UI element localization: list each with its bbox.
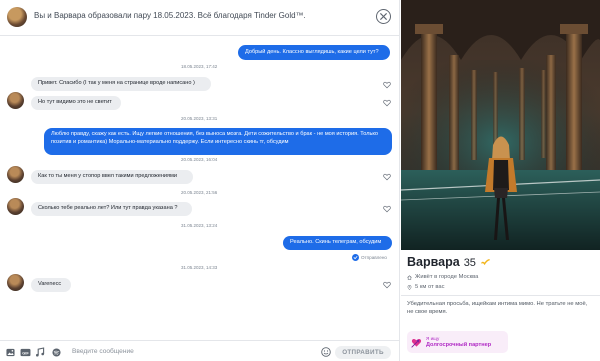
- like-message-button[interactable]: [383, 81, 391, 89]
- heart-icon: [383, 281, 391, 289]
- message-timestamp: 20.05.2023, 16:04: [181, 157, 218, 162]
- message-timestamp: 18.05.2023, 17:42: [181, 64, 218, 69]
- relationship-goal-label: Я ищу: [426, 336, 440, 341]
- message-timestamp: 31.05.2023, 13:24: [181, 223, 218, 228]
- message-timestamp: 20.05.2023, 21:56: [181, 190, 218, 195]
- verified-badge-icon: [481, 258, 490, 265]
- profile-name-row: Варвара 35: [407, 255, 490, 269]
- profile-photo[interactable]: [401, 0, 600, 250]
- heart-arrow-icon: [411, 338, 422, 348]
- home-icon: [407, 274, 412, 280]
- like-message-button[interactable]: [383, 281, 391, 289]
- chat-panel: Вы и Варвара образовали пару 18.05.2023.…: [0, 0, 400, 361]
- profile-bio: Убедительная просьба, ищейкам интима мим…: [407, 301, 588, 315]
- relationship-goal-badge: Я ищу Долгосрочный партнер: [407, 331, 508, 353]
- heart-icon: [383, 205, 391, 213]
- chat-header: Вы и Варвара образовали пару 18.05.2023.…: [0, 0, 400, 36]
- message-timestamp: 31.05.2023, 14:33: [181, 265, 218, 270]
- send-button[interactable]: ОТПРАВИТЬ: [335, 346, 391, 359]
- heart-icon: [383, 99, 391, 107]
- match-banner-text: Вы и Варвара образовали пару 18.05.2023.…: [34, 11, 306, 20]
- like-message-button[interactable]: [383, 173, 391, 181]
- spotify-button[interactable]: [51, 347, 61, 357]
- message-outgoing: Люблю правду, скажу как есть. Ищу легкие…: [44, 128, 392, 155]
- heart-icon: [383, 81, 391, 89]
- profile-divider: [401, 295, 600, 296]
- like-message-button[interactable]: [383, 205, 391, 213]
- profile-city-row: Живёт в городе Москва: [407, 274, 478, 280]
- image-icon: [5, 348, 15, 356]
- message-timestamp: 20.05.2023, 13:31: [181, 116, 218, 121]
- profile-distance-row: 5 км от вас: [407, 284, 444, 290]
- spotify-icon: [51, 347, 61, 357]
- delivery-status-text: Отправлено: [361, 255, 387, 260]
- emoji-button[interactable]: [321, 347, 331, 357]
- music-icon: [35, 347, 44, 357]
- emoji-icon: [321, 347, 331, 357]
- match-avatar[interactable]: [7, 7, 27, 27]
- attach-image-button[interactable]: [5, 347, 15, 357]
- music-button[interactable]: [34, 347, 45, 357]
- match-avatar[interactable]: [7, 166, 24, 183]
- check-icon: [352, 254, 359, 261]
- profile-distance: 5 км от вас: [415, 284, 445, 290]
- heart-icon: [383, 173, 391, 181]
- location-pin-icon: [407, 284, 412, 290]
- profile-photo-image: [401, 0, 600, 250]
- close-chat-button[interactable]: [376, 9, 391, 24]
- gif-button[interactable]: GIF: [19, 347, 31, 357]
- message-incoming: Привет. Спасибо (I так у меня на страниц…: [31, 77, 211, 91]
- relationship-goal-value: Долгосрочный партнер: [426, 342, 492, 348]
- delivery-status: Отправлено: [352, 254, 387, 261]
- match-avatar[interactable]: [7, 198, 24, 215]
- message-composer: GIF ОТПРАВИТЬ: [0, 340, 400, 361]
- message-incoming: Varenecc: [31, 278, 71, 292]
- profile-panel: Варвара 35 Живёт в городе Москва 5 км от…: [401, 0, 600, 361]
- gif-icon: GIF: [20, 348, 30, 356]
- message-outgoing: Реально. Скинь телеграм, обсудим: [283, 236, 392, 250]
- message-incoming: Но тут видимо это не светит: [31, 96, 121, 110]
- gif-label: GIF: [22, 350, 29, 355]
- message-incoming: Сколько тебе реально лет? Или тут правда…: [31, 202, 192, 216]
- like-message-button[interactable]: [383, 99, 391, 107]
- match-avatar[interactable]: [7, 274, 24, 291]
- profile-name: Варвара: [407, 255, 460, 269]
- message-input[interactable]: [72, 345, 312, 358]
- message-list[interactable]: Добрый день. Классно выглядишь, какие це…: [0, 37, 400, 339]
- message-outgoing: Добрый день. Классно выглядишь, какие це…: [238, 45, 390, 60]
- profile-city: Живёт в городе Москва: [415, 274, 479, 280]
- close-icon: [380, 13, 387, 20]
- profile-age: 35: [463, 257, 476, 269]
- message-incoming: Как то ты меня у стопор ввел такими пред…: [31, 170, 193, 184]
- match-avatar[interactable]: [7, 92, 24, 109]
